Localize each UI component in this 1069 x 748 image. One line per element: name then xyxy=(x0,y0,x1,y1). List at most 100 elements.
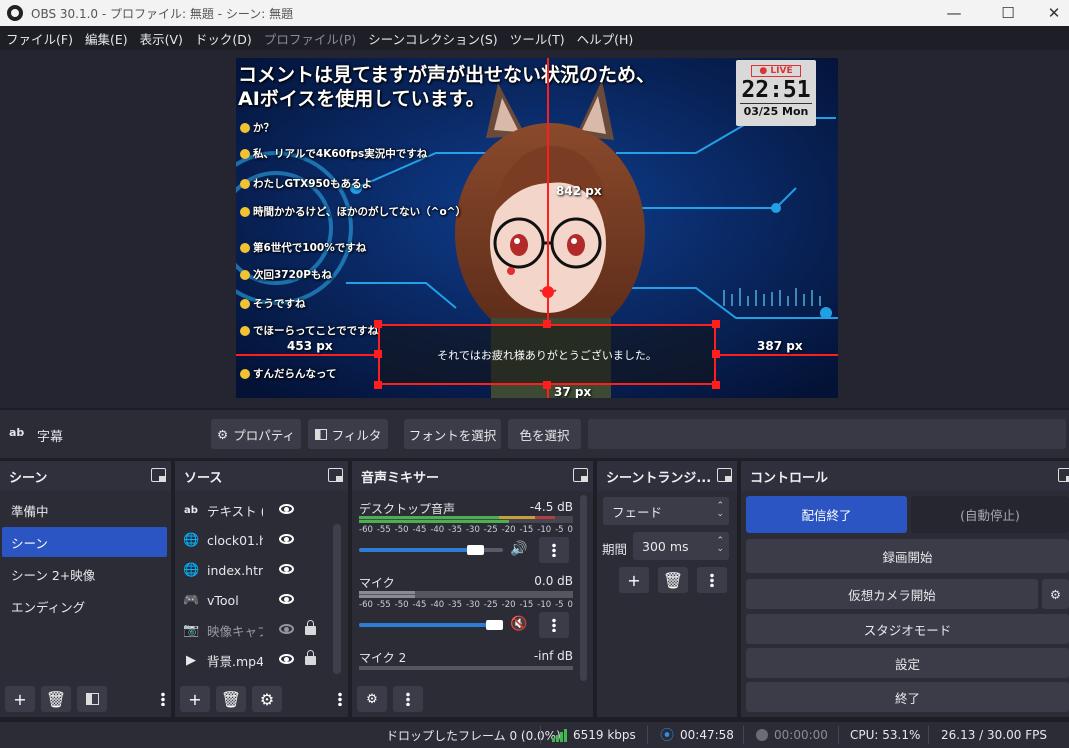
trash-icon: 🗑 xyxy=(220,689,242,709)
lock-icon[interactable] xyxy=(305,650,316,665)
minimize-button[interactable]: — xyxy=(931,0,977,26)
scenes-title: シーン xyxy=(0,461,171,491)
scenes-dock: シーン 準備中 シーン シーン 2+映像 エンディング + 🗑 xyxy=(0,461,171,717)
menu-tools[interactable]: ツール(T) xyxy=(504,29,571,48)
scene-item[interactable]: 準備中 xyxy=(2,495,167,525)
exit-button[interactable]: 終了 xyxy=(746,682,1069,712)
resize-handle[interactable] xyxy=(543,320,551,328)
resize-handle[interactable] xyxy=(712,350,720,358)
undock-icon[interactable] xyxy=(151,468,166,482)
visibility-hidden-icon[interactable] xyxy=(279,624,294,634)
transition-select[interactable]: フェード ⌃ ⌄ xyxy=(603,497,729,525)
speaker-icon[interactable]: 🔊 xyxy=(510,541,527,557)
source-item[interactable]: 🌐 clock01.h xyxy=(183,526,323,554)
scene-filters-button[interactable] xyxy=(77,686,107,712)
scenes-more-icon[interactable] xyxy=(161,692,165,706)
mixer-menu-button[interactable] xyxy=(393,686,423,712)
menu-help[interactable]: ヘルプ(H) xyxy=(571,29,640,48)
rotation-handle[interactable] xyxy=(542,286,554,298)
remove-transition-button[interactable]: 🗑 xyxy=(658,567,688,593)
resize-handle[interactable] xyxy=(374,381,382,389)
level-meter xyxy=(359,591,573,598)
lock-icon[interactable] xyxy=(305,620,316,635)
muted-speaker-icon[interactable]: 🔇 xyxy=(510,616,527,632)
db-scale: -60 -55 -50 -45 -40 -35 -30 -25 -20 -15 -10 -5 0 xyxy=(359,600,573,610)
volume-slider[interactable] xyxy=(359,620,503,630)
auto-stop-button[interactable]: (自動停止) xyxy=(911,496,1069,533)
chat-comment: 第6世代で100%ですね xyxy=(240,240,366,255)
resize-handle[interactable] xyxy=(712,381,720,389)
undock-icon[interactable] xyxy=(573,468,588,482)
source-item[interactable]: 📷映像キャブ xyxy=(183,616,323,644)
duration-spinbox[interactable]: 300 ms ⌃ ⌄ xyxy=(633,532,729,560)
channel-name: デスクトップ音声 xyxy=(359,502,456,516)
guide-left-line xyxy=(236,354,378,356)
visibility-eye-icon[interactable] xyxy=(279,594,294,604)
undock-icon[interactable] xyxy=(328,468,343,482)
meter-green xyxy=(359,516,499,519)
camera-icon: 📷 xyxy=(183,622,200,638)
preview-canvas[interactable]: コメントは見てますが声が出せない状況のため、 AIボイスを使用しています。 か？… xyxy=(236,58,838,398)
menu-docks[interactable]: ドック(D) xyxy=(189,29,258,48)
visibility-eye-icon[interactable] xyxy=(279,654,294,664)
studio-mode-button[interactable]: スタジオモード xyxy=(746,614,1069,644)
start-virtual-camera-button[interactable]: 仮想カメラ開始 xyxy=(746,579,1038,609)
volume-slider[interactable] xyxy=(359,545,503,555)
resize-handle[interactable] xyxy=(374,350,382,358)
source-item[interactable]: abテキスト (G xyxy=(183,496,323,524)
menu-file[interactable]: ファイル(F) xyxy=(0,29,79,48)
meter-green-2 xyxy=(359,520,509,523)
gears-icon: ⚙ xyxy=(366,691,378,707)
start-recording-button[interactable]: 録画開始 xyxy=(746,539,1069,573)
visibility-eye-icon[interactable] xyxy=(279,534,294,544)
resize-handle[interactable] xyxy=(543,381,551,389)
scene-item[interactable]: エンディング xyxy=(2,591,167,621)
chat-comment: 次回3720Pもね xyxy=(240,267,332,282)
add-source-button[interactable]: + xyxy=(180,686,210,712)
properties-button[interactable]: ⚙ プロパティ xyxy=(211,419,301,449)
resize-handle[interactable] xyxy=(712,320,720,328)
channel-menu-button[interactable] xyxy=(539,537,569,563)
duration-label: 期間 xyxy=(602,542,628,557)
source-item[interactable]: 🎮 vTool xyxy=(183,586,323,614)
filters-button[interactable]: フィルタ xyxy=(308,419,388,449)
chat-comment: すんだらんなって xyxy=(240,366,336,381)
scene-item[interactable]: シーン xyxy=(2,527,167,557)
subtitle-source-box[interactable]: それではお疲れ様ありがとうございました。 xyxy=(378,324,716,385)
menu-scene-collection[interactable]: シーンコレクション(S) xyxy=(362,29,504,48)
sources-scrollbar[interactable] xyxy=(333,524,341,674)
stop-streaming-button[interactable]: 配信終了 xyxy=(746,496,907,533)
text-input[interactable] xyxy=(588,419,1066,449)
channel-db: -4.5 dB xyxy=(529,500,573,514)
close-button[interactable]: ✕ xyxy=(1031,0,1069,26)
visibility-eye-icon[interactable] xyxy=(279,504,294,514)
select-font-button[interactable]: フォントを選択 xyxy=(404,419,501,449)
maximize-button[interactable]: ☐ xyxy=(985,0,1031,26)
remove-scene-button[interactable]: 🗑 xyxy=(41,686,71,712)
visibility-eye-icon[interactable] xyxy=(279,564,294,574)
menu-view[interactable]: 表示(V) xyxy=(134,29,189,48)
virtual-camera-settings-button[interactable]: ⚙ xyxy=(1042,579,1069,609)
guide-left-label: 453 px xyxy=(287,339,333,353)
resize-handle[interactable] xyxy=(374,320,382,328)
undock-icon[interactable] xyxy=(1058,468,1069,482)
channel-menu-button[interactable] xyxy=(539,612,569,638)
add-transition-button[interactable]: + xyxy=(619,567,649,593)
add-scene-button[interactable]: + xyxy=(5,686,35,712)
mixer-scrollbar[interactable] xyxy=(580,495,587,681)
select-color-button[interactable]: 色を選択 xyxy=(508,419,581,449)
scene-item[interactable]: シーン 2+映像 xyxy=(2,559,167,589)
source-item[interactable]: ▶ 背景.mp4 xyxy=(183,646,323,674)
advanced-audio-button[interactable]: ⚙ xyxy=(357,686,387,712)
stream-time: ⦿ 00:47:58 xyxy=(660,722,734,748)
undock-icon[interactable] xyxy=(717,468,732,482)
remove-source-button[interactable]: 🗑 xyxy=(216,686,246,712)
gamepad-icon: 🎮 xyxy=(183,592,200,608)
obs-logo-icon xyxy=(7,5,23,21)
transition-menu-button[interactable] xyxy=(697,567,727,593)
source-properties-button[interactable]: ⚙ xyxy=(252,686,282,712)
menu-edit[interactable]: 編集(E) xyxy=(79,29,134,48)
source-item[interactable]: 🌐 index.htn xyxy=(183,556,323,584)
sources-more-icon[interactable] xyxy=(338,692,342,706)
settings-button[interactable]: 設定 xyxy=(746,648,1069,678)
